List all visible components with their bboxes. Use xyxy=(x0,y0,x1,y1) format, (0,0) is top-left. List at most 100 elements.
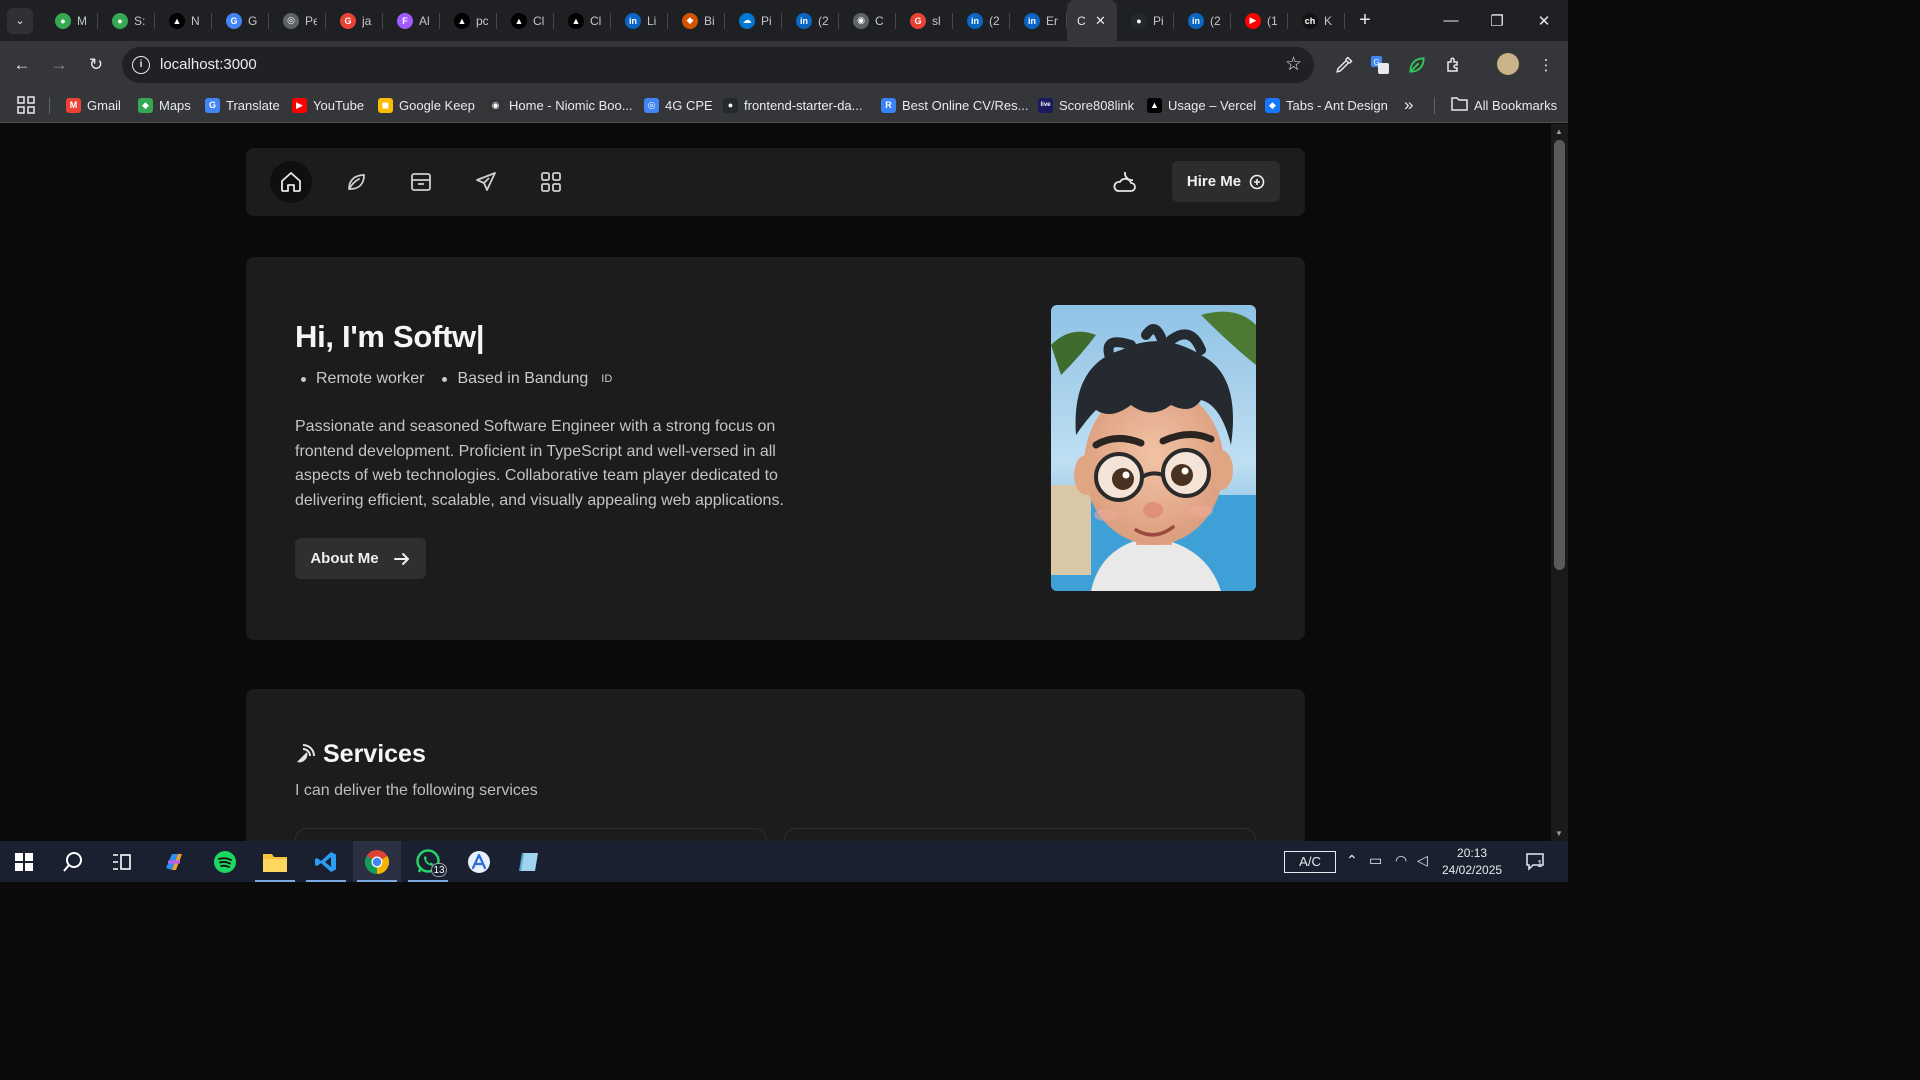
browser-tab[interactable]: Gsl xyxy=(896,0,953,41)
start-button[interactable] xyxy=(0,841,48,882)
tab-active[interactable]: C ✕ xyxy=(1067,0,1117,41)
wifi-icon[interactable]: ◠ xyxy=(1395,852,1407,869)
url-text[interactable]: localhost:3000 xyxy=(160,56,257,73)
browser-tab[interactable]: in (2 xyxy=(1174,0,1231,41)
bookmark-item[interactable]: ◆ Maps xyxy=(138,95,191,115)
task-view-button[interactable] xyxy=(98,841,146,882)
tab-title: Li xyxy=(647,13,657,28)
translate-extension-icon[interactable]: G xyxy=(1368,53,1392,77)
services-title: Services xyxy=(323,740,426,768)
chevron-up-icon[interactable]: ⌃ xyxy=(1346,852,1358,869)
scroll-down-icon[interactable]: ▼ xyxy=(1555,829,1563,838)
nav-blog[interactable] xyxy=(335,161,377,203)
site-info-icon[interactable]: i xyxy=(132,56,150,74)
tab-favicon-icon: in xyxy=(1188,12,1204,29)
file-explorer-app[interactable] xyxy=(251,841,299,882)
nav-home[interactable] xyxy=(270,161,312,203)
more-bookmarks-button[interactable]: » xyxy=(1404,95,1413,115)
browser-tab[interactable]: ◉ C xyxy=(839,0,896,41)
bookmark-item[interactable]: ◆ Tabs - Ant Design xyxy=(1265,95,1388,115)
scroll-up-icon[interactable]: ▲ xyxy=(1555,127,1563,136)
tab-title: K xyxy=(1324,13,1333,28)
browser-tab[interactable]: ▲ N xyxy=(155,0,212,41)
minimize-button[interactable]: — xyxy=(1428,0,1474,41)
battery-icon[interactable]: ▭ xyxy=(1369,852,1382,869)
theme-toggle-button[interactable] xyxy=(1104,161,1146,203)
profile-avatar[interactable] xyxy=(1497,53,1519,75)
close-tab-icon[interactable]: ✕ xyxy=(1095,13,1106,29)
bookmark-item[interactable]: ▶ YouTube xyxy=(292,95,364,115)
close-window-button[interactable]: ✕ xyxy=(1521,0,1567,41)
browser-tab[interactable]: in (2 xyxy=(782,0,839,41)
bookmark-item[interactable]: live Score808link xyxy=(1038,95,1134,115)
browser-tab[interactable]: ch K xyxy=(1288,0,1345,41)
search-button[interactable] xyxy=(49,841,97,882)
browser-tab[interactable]: in Li xyxy=(611,0,668,41)
restore-button[interactable]: ❐ xyxy=(1474,0,1520,41)
forward-button[interactable]: → xyxy=(45,51,73,79)
eyedropper-extension-icon[interactable] xyxy=(1332,53,1356,77)
vscode-app[interactable] xyxy=(302,841,350,882)
browser-tab[interactable]: ● M xyxy=(41,0,98,41)
notes-app[interactable] xyxy=(505,841,553,882)
extensions-puzzle-icon[interactable] xyxy=(1442,53,1466,77)
all-bookmarks-button[interactable]: All Bookmarks xyxy=(1451,95,1557,115)
bookmark-item[interactable]: ▲ Usage – Vercel xyxy=(1147,95,1256,115)
browser-tab[interactable]: Gja xyxy=(326,0,383,41)
browser-tab[interactable]: ◎ Pe xyxy=(269,0,326,41)
browser-tab[interactable]: ● Pi xyxy=(1117,0,1174,41)
browser-tab[interactable]: ☁ Pi xyxy=(725,0,782,41)
chrome-app[interactable] xyxy=(353,841,401,882)
tab-search-button[interactable]: ⌄ xyxy=(7,7,33,34)
taskbar: 13 A/C ⌃ ▭ ◠ ◁ 20:13 24/02/2025 1 xyxy=(0,841,1568,882)
whatsapp-app[interactable]: 13 xyxy=(404,841,452,882)
browser-tab[interactable]: ▲ Cl xyxy=(554,0,611,41)
power-status[interactable]: A/C xyxy=(1284,851,1336,873)
bookmark-item[interactable]: ◉ Home - Niomic Boo... xyxy=(488,95,633,115)
notification-badge: 13 xyxy=(431,863,447,877)
bookmark-item[interactable]: ◼ Google Keep xyxy=(378,95,475,115)
tab-title: Cl xyxy=(590,13,602,28)
browser-tab[interactable]: F Al xyxy=(383,0,440,41)
bookmark-item[interactable]: M Gmail xyxy=(66,95,121,115)
bookmark-star-icon[interactable]: ☆ xyxy=(1285,53,1302,76)
nav-dashboard[interactable] xyxy=(530,161,572,203)
chevron-down-icon: ⌄ xyxy=(15,15,25,27)
tab-title: Al xyxy=(419,13,430,28)
browser-tab[interactable]: ◆ Bi xyxy=(668,0,725,41)
leaf-extension-icon[interactable] xyxy=(1405,53,1429,77)
apps-grid-icon[interactable] xyxy=(17,95,35,115)
system-clock[interactable]: 20:13 24/02/2025 xyxy=(1442,845,1502,879)
scrollbar-thumb[interactable] xyxy=(1554,140,1565,570)
bookmark-item[interactable]: ● frontend-starter-da... xyxy=(723,95,863,115)
browser-tab[interactable]: ▶ (1 xyxy=(1231,0,1288,41)
spotify-app[interactable] xyxy=(201,841,249,882)
bookmark-item[interactable]: R Best Online CV/Res... xyxy=(881,95,1028,115)
site-navbar: Hire Me xyxy=(246,148,1305,216)
tab-title: Pi xyxy=(1153,13,1164,28)
new-tab-button[interactable]: + xyxy=(1351,9,1379,32)
service-card xyxy=(295,828,767,841)
browser-tab[interactable]: ● S: xyxy=(98,0,155,41)
reload-button[interactable]: ↻ xyxy=(82,51,110,79)
browser-menu-icon[interactable]: ⋮ xyxy=(1534,53,1558,77)
nav-contact[interactable] xyxy=(465,161,507,203)
notifications-button[interactable]: 1 xyxy=(1525,851,1545,876)
volume-icon[interactable]: ◁ xyxy=(1417,852,1428,869)
nav-projects[interactable] xyxy=(400,161,442,203)
hire-me-button[interactable]: Hire Me xyxy=(1172,161,1280,202)
bookmark-label: Google Keep xyxy=(399,97,475,113)
bookmark-item[interactable]: ◎ 4G CPE xyxy=(644,95,713,115)
browser-tab[interactable]: GG xyxy=(212,0,269,41)
address-bar[interactable]: i localhost:3000 ☆ xyxy=(122,47,1314,83)
about-me-button[interactable]: About Me xyxy=(295,538,426,579)
browser-tab[interactable]: ▲ Cl xyxy=(497,0,554,41)
browser-tab[interactable]: in (2 xyxy=(953,0,1010,41)
browser-tab[interactable]: in Er xyxy=(1010,0,1067,41)
browser-tab[interactable]: ▲ pc xyxy=(440,0,497,41)
bookmark-item[interactable]: G Translate xyxy=(205,95,280,115)
back-button[interactable]: ← xyxy=(8,51,36,79)
app-store-app[interactable] xyxy=(455,841,503,882)
copilot-app[interactable] xyxy=(150,841,198,882)
page-scrollbar[interactable]: ▲ ▼ xyxy=(1551,124,1568,841)
